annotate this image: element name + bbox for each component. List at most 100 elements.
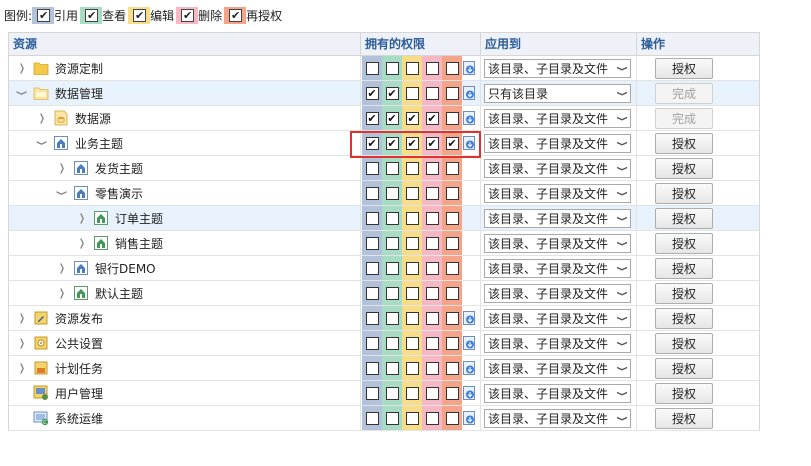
apply-to-select[interactable]: 该目录、子目录及文件 ❯	[484, 183, 631, 203]
table-row[interactable]: ❯ 发货主题 该目录、子目录及文件 ❯ 授权	[9, 156, 759, 181]
perm-view-checkbox[interactable]	[382, 406, 402, 430]
perm-reference-checkbox[interactable]	[362, 231, 382, 255]
perm-regrant-checkbox[interactable]	[442, 381, 462, 405]
resource-name[interactable]: 数据源	[75, 110, 111, 127]
perm-reference-checkbox[interactable]	[362, 281, 382, 305]
perm-regrant-checkbox[interactable]	[442, 81, 462, 105]
perm-delete-checkbox[interactable]	[422, 231, 442, 255]
resource-name[interactable]: 数据管理	[55, 85, 103, 102]
table-row[interactable]: ❯ 订单主题 该目录、子目录及文件 ❯ 授权	[9, 206, 759, 231]
grant-button[interactable]: 授权	[655, 182, 713, 204]
perm-delete-checkbox[interactable]	[422, 81, 442, 105]
inherit-down-icon[interactable]	[463, 386, 475, 400]
perm-edit-checkbox[interactable]	[402, 156, 422, 180]
apply-to-select[interactable]: 该目录、子目录及文件 ❯	[484, 308, 631, 328]
resource-name[interactable]: 银行DEMO	[95, 260, 156, 277]
table-row[interactable]: ❯ 公共设置 该目录、子目录及文件 ❯ 授权	[9, 331, 759, 356]
perm-delete-checkbox[interactable]: ✔	[422, 131, 442, 155]
perm-reference-checkbox[interactable]	[362, 406, 382, 430]
apply-to-select[interactable]: 该目录、子目录及文件 ❯	[484, 383, 631, 403]
expand-icon[interactable]: ❯	[57, 261, 67, 275]
apply-to-select[interactable]: 该目录、子目录及文件 ❯	[484, 158, 631, 178]
perm-reference-checkbox[interactable]	[362, 306, 382, 330]
resource-name[interactable]: 发货主题	[95, 160, 143, 177]
perm-reference-checkbox[interactable]: ✔	[362, 81, 382, 105]
perm-reference-checkbox[interactable]	[362, 381, 382, 405]
perm-edit-checkbox[interactable]: ✔	[402, 106, 422, 130]
perm-regrant-checkbox[interactable]	[442, 106, 462, 130]
apply-to-select[interactable]: 该目录、子目录及文件 ❯	[484, 283, 631, 303]
perm-reference-checkbox[interactable]	[362, 331, 382, 355]
perm-regrant-checkbox[interactable]	[442, 56, 462, 80]
perm-edit-checkbox[interactable]	[402, 406, 422, 430]
perm-edit-checkbox[interactable]	[402, 281, 422, 305]
table-row[interactable]: 用户管理 该目录、子目录及文件 ❯ 授权	[9, 381, 759, 406]
perm-reference-checkbox[interactable]	[362, 181, 382, 205]
inherit-down-icon[interactable]	[463, 111, 475, 125]
grant-button[interactable]: 授权	[655, 57, 713, 79]
perm-view-checkbox[interactable]	[382, 381, 402, 405]
perm-reference-checkbox[interactable]: ✔	[362, 131, 382, 155]
apply-to-select[interactable]: 该目录、子目录及文件 ❯	[484, 258, 631, 278]
expand-icon[interactable]: ❯	[17, 336, 27, 350]
table-row[interactable]: ❯ 默认主题 该目录、子目录及文件 ❯ 授权	[9, 281, 759, 306]
inherit-down-icon[interactable]	[463, 361, 475, 375]
inherit-down-icon[interactable]	[463, 86, 475, 100]
apply-to-select[interactable]: 该目录、子目录及文件 ❯	[484, 408, 631, 428]
table-row[interactable]: ❯ 资源定制 该目录、子目录及文件 ❯ 授权	[9, 56, 759, 81]
perm-view-checkbox[interactable]: ✔	[382, 81, 402, 105]
perm-edit-checkbox[interactable]	[402, 331, 422, 355]
perm-reference-checkbox[interactable]: ✔	[362, 106, 382, 130]
grant-button[interactable]: 授权	[655, 407, 713, 429]
perm-regrant-checkbox[interactable]	[442, 231, 462, 255]
grant-button[interactable]: 授权	[655, 332, 713, 354]
expand-icon[interactable]: ❯	[17, 61, 27, 75]
perm-edit-checkbox[interactable]	[402, 356, 422, 380]
grant-button[interactable]: 授权	[655, 282, 713, 304]
grant-button[interactable]: 授权	[655, 157, 713, 179]
apply-to-select[interactable]: 该目录、子目录及文件 ❯	[484, 358, 631, 378]
table-row[interactable]: ❯ 资源发布 该目录、子目录及文件 ❯ 授权	[9, 306, 759, 331]
resource-name[interactable]: 默认主题	[95, 285, 143, 302]
perm-view-checkbox[interactable]	[382, 306, 402, 330]
table-row[interactable]: ❯ 业务主题 ✔ ✔ ✔ ✔ ✔ 该目录、子目录及文件 ❯ 授权	[9, 131, 759, 156]
perm-edit-checkbox[interactable]	[402, 306, 422, 330]
perm-edit-checkbox[interactable]: ✔	[402, 131, 422, 155]
perm-regrant-checkbox[interactable]	[442, 206, 462, 230]
table-row[interactable]: C 系统运维 该目录、子目录及文件 ❯ 授权	[9, 406, 759, 431]
perm-edit-checkbox[interactable]	[402, 256, 422, 280]
perm-delete-checkbox[interactable]	[422, 281, 442, 305]
perm-delete-checkbox[interactable]	[422, 156, 442, 180]
resource-name[interactable]: 业务主题	[75, 135, 123, 152]
perm-delete-checkbox[interactable]	[422, 381, 442, 405]
resource-name[interactable]: 系统运维	[55, 410, 103, 427]
perm-edit-checkbox[interactable]	[402, 231, 422, 255]
resource-name[interactable]: 资源发布	[55, 310, 103, 327]
perm-regrant-checkbox[interactable]	[442, 356, 462, 380]
perm-delete-checkbox[interactable]	[422, 356, 442, 380]
inherit-down-icon[interactable]	[463, 311, 475, 325]
perm-edit-checkbox[interactable]	[402, 381, 422, 405]
perm-regrant-checkbox[interactable]	[442, 281, 462, 305]
perm-edit-checkbox[interactable]	[402, 181, 422, 205]
inherit-down-icon[interactable]	[463, 336, 475, 350]
apply-to-select[interactable]: 该目录、子目录及文件 ❯	[484, 208, 631, 228]
perm-edit-checkbox[interactable]	[402, 56, 422, 80]
grant-button[interactable]: 授权	[655, 132, 713, 154]
perm-view-checkbox[interactable]	[382, 206, 402, 230]
expand-icon[interactable]: ❯	[17, 311, 27, 325]
table-row[interactable]: ❯ 销售主题 该目录、子目录及文件 ❯ 授权	[9, 231, 759, 256]
inherit-down-icon[interactable]	[463, 136, 475, 150]
grant-button[interactable]: 授权	[655, 232, 713, 254]
perm-view-checkbox[interactable]	[382, 231, 402, 255]
perm-regrant-checkbox[interactable]	[442, 181, 462, 205]
perm-reference-checkbox[interactable]	[362, 256, 382, 280]
grant-button[interactable]: 授权	[655, 257, 713, 279]
perm-regrant-checkbox[interactable]	[442, 406, 462, 430]
expand-icon[interactable]: ❯	[57, 286, 67, 300]
perm-regrant-checkbox[interactable]	[442, 156, 462, 180]
grant-button[interactable]: 授权	[655, 357, 713, 379]
resource-name[interactable]: 订单主题	[115, 210, 163, 227]
collapse-icon[interactable]: ❯	[35, 138, 49, 148]
resource-name[interactable]: 零售演示	[95, 185, 143, 202]
